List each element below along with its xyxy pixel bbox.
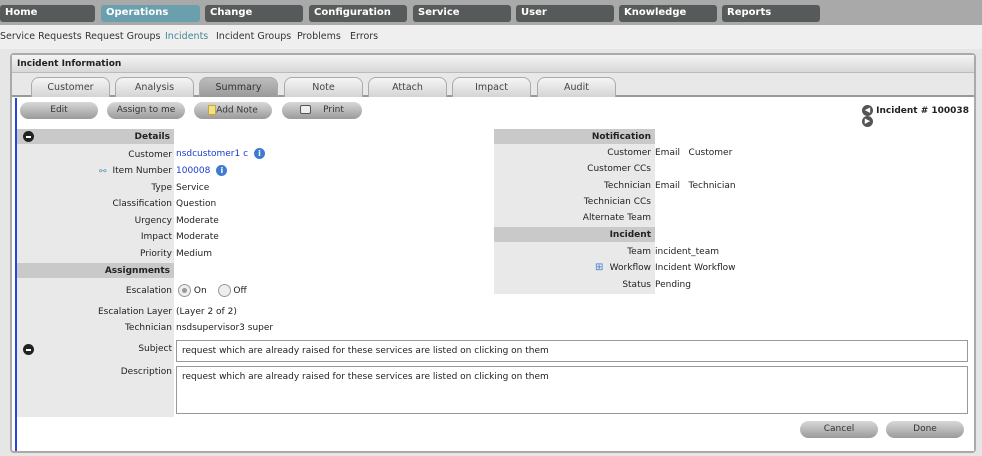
classification-value: Question [176,199,217,209]
escalation-radios: On Off [178,284,247,297]
customer-link[interactable]: nsdcustomer1 c [176,149,248,159]
team-value: incident_team [655,247,719,257]
urgency-value: Moderate [176,216,219,226]
item-number-value: 100008 i [176,165,228,176]
nav-operations[interactable]: Operations [101,5,200,22]
technician-label: Technician [124,323,172,333]
panel-title: Incident Information [12,55,974,73]
previous-incident-icon[interactable]: ◀ [862,105,873,116]
tab-note[interactable]: Note [284,77,363,97]
assignments-header: Assignments [17,263,174,278]
escalation-layer-label: Escalation Layer [97,307,172,317]
subnav-problems[interactable]: Problems [297,31,341,42]
incident-navigator: ◀ Incident # 100038 ▶ [862,105,982,127]
classification-label: Classification [112,199,172,209]
escalation-label: Escalation [125,286,172,296]
workflow-value: Incident Workflow [655,263,736,273]
notify-technician-label: Technician [603,181,651,191]
urgency-label: Urgency [134,216,172,226]
description-label: Description [120,367,172,377]
nav-knowledge[interactable]: Knowledge [619,5,717,22]
nav-home[interactable]: Home [0,5,95,22]
printer-icon [300,105,312,114]
impact-value: Moderate [176,232,219,242]
alternate-team-label: Alternate Team [582,213,651,223]
customer-ccs-label: Customer CCs [587,164,651,174]
sub-nav: Service Requests Request Groups Incident… [0,25,982,49]
escalation-on-radio[interactable] [178,284,191,297]
subnav-request-groups[interactable]: Request Groups [85,31,160,42]
team-label: Team [627,247,651,257]
priority-value: Medium [176,249,212,259]
escalation-off-radio[interactable] [217,284,231,297]
subnav-incident-groups[interactable]: Incident Groups [216,31,291,42]
type-value: Service [176,183,210,193]
nav-change[interactable]: Change [205,5,303,22]
technician-ccs-label: Technician CCs [583,197,651,207]
item-number-label: Item Number [112,166,172,176]
customer-value: nsdcustomer1 c i [176,148,266,159]
technician-value: nsdsupervisor3 super [176,323,274,333]
details-header: Details [17,129,174,144]
subnav-errors[interactable]: Errors [350,31,378,42]
print-button[interactable]: Print [282,102,362,119]
nav-configuration[interactable]: Configuration [309,5,407,22]
incident-header: Incident [494,227,655,242]
next-incident-icon[interactable]: ▶ [862,116,873,127]
notify-technician-value: Email Technician [655,181,736,191]
subnav-incidents[interactable]: Incidents [165,31,208,42]
notify-customer-label: Customer [607,148,651,158]
subject-label: Subject [138,344,172,354]
top-nav: Home Operations Change Configuration Ser… [0,0,982,25]
nav-service[interactable]: Service [413,5,511,22]
priority-label: Priority [139,249,172,259]
tab-analysis[interactable]: Analysis [115,77,194,97]
edit-button[interactable]: Edit [20,102,98,119]
status-label: Status [622,280,651,290]
add-note-button[interactable]: Add Note [194,102,272,119]
info-icon[interactable]: i [254,148,266,159]
tab-customer[interactable]: Customer [31,77,110,97]
type-label: Type [151,183,172,193]
nav-user[interactable]: User [516,5,614,22]
escalation-layer-value: (Layer 2 of 2) [176,307,237,317]
notify-customer-value: Email Customer [655,148,733,158]
tab-summary[interactable]: Summary [199,77,278,97]
collapse-details-icon[interactable] [23,131,34,142]
workflow-label: Workflow [609,263,651,273]
cancel-button[interactable]: Cancel [800,421,878,438]
customer-label: Customer [128,150,172,160]
impact-label: Impact [140,232,172,242]
notification-header: Notification [494,129,655,144]
assign-to-me-button[interactable]: Assign to me [107,102,185,119]
description-field[interactable]: request which are already raised for the… [176,366,968,414]
info-icon[interactable]: i [216,165,228,176]
item-number-link[interactable]: 100008 [176,166,210,176]
tab-impact[interactable]: Impact [452,77,531,97]
note-icon [208,105,217,115]
tab-attach[interactable]: Attach [368,77,447,97]
status-value: Pending [655,280,691,290]
tab-audit[interactable]: Audit [537,77,616,97]
nav-reports[interactable]: Reports [722,5,820,22]
done-button[interactable]: Done [886,421,964,438]
subject-field[interactable]: request which are already raised for the… [176,340,968,362]
subnav-service-requests[interactable]: Service Requests [0,31,82,42]
